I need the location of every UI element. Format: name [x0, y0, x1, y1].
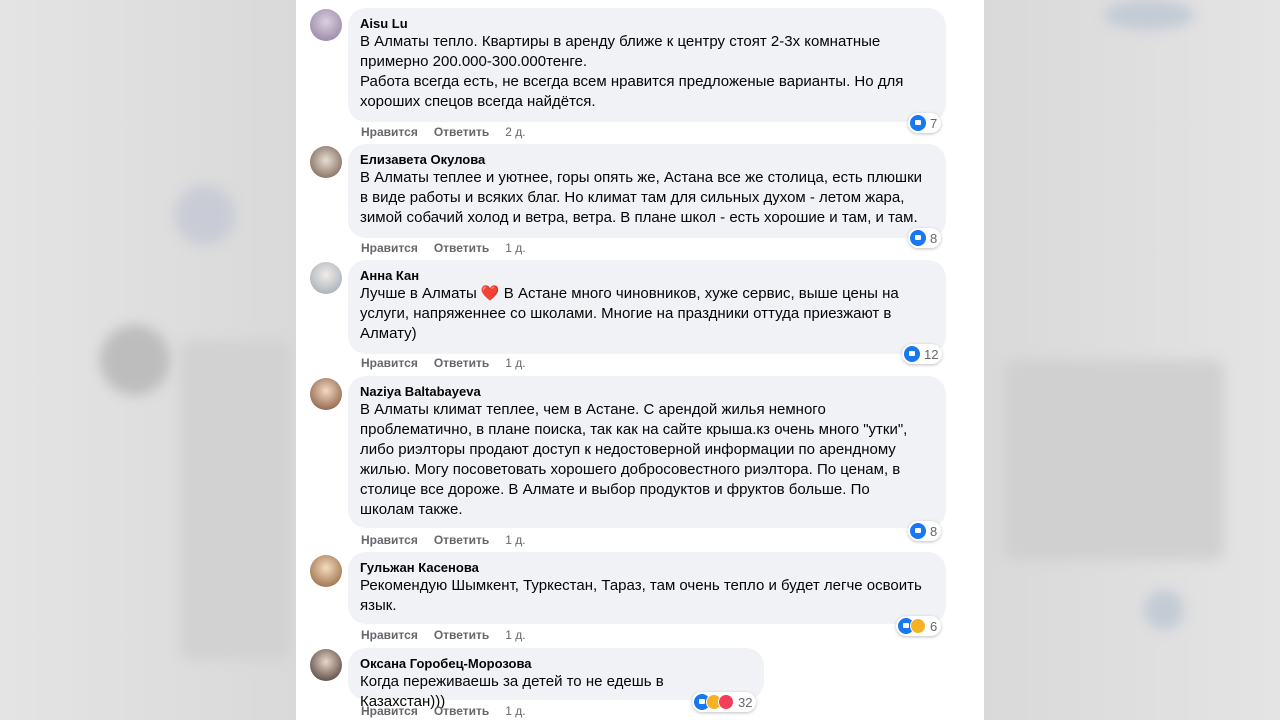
comment-text: В Алматы теплее и уютнее, горы опять же,…	[360, 169, 923, 226]
reaction-summary[interactable]: 8	[908, 228, 942, 248]
avatar[interactable]	[310, 9, 342, 41]
comment-text: Лучше в Алматы ❤️ В Астане много чиновни…	[360, 284, 934, 344]
comment-timestamp[interactable]: 2 д.	[505, 125, 525, 139]
comment-actions: Нравится Ответить 2 д.	[361, 124, 542, 140]
reply-button[interactable]: Ответить	[434, 628, 489, 642]
like-reaction-icon	[910, 115, 926, 131]
reaction-count: 7	[930, 115, 938, 131]
haha-reaction-icon	[910, 618, 926, 634]
reaction-count: 6	[930, 618, 938, 634]
like-reaction-icon	[910, 230, 926, 246]
reaction-summary[interactable]: 12	[902, 344, 943, 364]
comment-timestamp[interactable]: 1 д.	[505, 241, 525, 255]
reaction-count: 8	[930, 523, 938, 539]
blurred-text-block	[180, 340, 290, 660]
blurred-avatar	[175, 185, 235, 245]
comment-text-part: Лучше в Алматы	[360, 285, 481, 302]
like-button[interactable]: Нравится	[361, 704, 418, 718]
like-button[interactable]: Нравится	[361, 241, 418, 255]
blurred-avatar	[1104, 0, 1194, 30]
comments-panel: Aisu Lu В Алматы тепло. Квартиры в аренд…	[296, 0, 984, 720]
reaction-summary[interactable]: 6	[896, 616, 942, 636]
comment-author[interactable]: Aisu Lu	[360, 15, 934, 32]
comment-actions: Нравится Ответить 1 д.	[361, 703, 542, 719]
comment-bubble: Naziya Baltabayeva В Алматы климат тепле…	[348, 376, 946, 528]
like-button[interactable]: Нравится	[361, 533, 418, 547]
comment-bubble: Анна Кан Лучше в Алматы ❤️ В Астане мног…	[348, 260, 946, 354]
reaction-summary[interactable]: 7	[908, 113, 942, 133]
comment-timestamp[interactable]: 1 д.	[505, 704, 525, 718]
comment-text: В Алматы тепло. Квартиры в аренду ближе …	[360, 33, 904, 110]
like-button[interactable]: Нравится	[361, 356, 418, 370]
reply-button[interactable]: Ответить	[434, 704, 489, 718]
comment-text: Рекомендую Шымкент, Туркестан, Тараз, та…	[360, 577, 922, 614]
blurred-avatar	[100, 325, 170, 395]
comment-text: В Алматы климат теплее, чем в Астане. С …	[360, 401, 908, 518]
comment-actions: Нравится Ответить 1 д.	[361, 355, 542, 371]
reaction-summary[interactable]: 32	[692, 692, 757, 712]
reply-button[interactable]: Ответить	[434, 241, 489, 255]
avatar[interactable]	[310, 649, 342, 681]
comment-author[interactable]: Гульжан Касенова	[360, 559, 934, 576]
avatar[interactable]	[310, 555, 342, 587]
like-reaction-icon	[904, 346, 920, 362]
comment-author[interactable]: Анна Кан	[360, 267, 934, 284]
avatar[interactable]	[310, 378, 342, 410]
reaction-summary[interactable]: 8	[908, 521, 942, 541]
comment-timestamp[interactable]: 1 д.	[505, 533, 525, 547]
comment-timestamp[interactable]: 1 д.	[505, 628, 525, 642]
comment-actions: Нравится Ответить 1 д.	[361, 532, 542, 548]
comment-actions: Нравится Ответить 1 д.	[361, 627, 542, 643]
reaction-count: 12	[924, 346, 939, 362]
like-button[interactable]: Нравится	[361, 125, 418, 139]
avatar[interactable]	[310, 262, 342, 294]
blurred-background-left	[0, 0, 296, 720]
love-reaction-icon	[718, 694, 734, 710]
like-button[interactable]: Нравится	[361, 628, 418, 642]
comment-bubble: Елизавета Окулова В Алматы теплее и уютн…	[348, 144, 946, 238]
reply-button[interactable]: Ответить	[434, 533, 489, 547]
reply-button[interactable]: Ответить	[434, 125, 489, 139]
reaction-count: 32	[738, 694, 753, 710]
comment-timestamp[interactable]: 1 д.	[505, 356, 525, 370]
comment-bubble: Aisu Lu В Алматы тепло. Квартиры в аренд…	[348, 8, 946, 122]
heart-emoji: ❤️	[480, 285, 500, 302]
like-reaction-icon	[910, 523, 926, 539]
comment-author[interactable]: Елизавета Окулова	[360, 151, 934, 168]
blurred-text-block	[1004, 360, 1224, 560]
comment-author[interactable]: Оксана Горобец-Морозова	[360, 655, 752, 672]
reply-button[interactable]: Ответить	[434, 356, 489, 370]
comment-actions: Нравится Ответить 1 д.	[361, 240, 542, 256]
comment-author[interactable]: Naziya Baltabayeva	[360, 383, 934, 400]
avatar[interactable]	[310, 146, 342, 178]
reaction-count: 8	[930, 230, 938, 246]
comment-bubble: Гульжан Касенова Рекомендую Шымкент, Тур…	[348, 552, 946, 624]
blurred-background-right	[984, 0, 1280, 720]
blurred-icon	[1144, 590, 1184, 630]
